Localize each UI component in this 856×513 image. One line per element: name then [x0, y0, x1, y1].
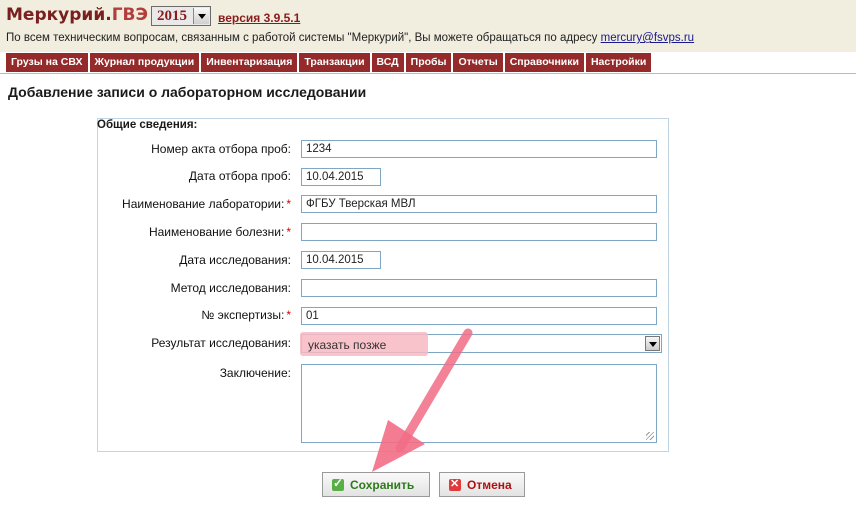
year-value: 2015: [157, 8, 187, 24]
nav-item-settings[interactable]: Настройки: [585, 53, 652, 72]
support-email-link[interactable]: mercury@fsvps.ru: [601, 32, 694, 44]
resize-grip-icon[interactable]: [646, 432, 654, 440]
save-label: Сохранить: [350, 477, 415, 492]
nav-item-vsd[interactable]: ВСД: [371, 53, 404, 72]
result-label: Результат исследования:: [151, 336, 291, 350]
result-select[interactable]: указать позже: [300, 332, 662, 356]
check-icon: [332, 476, 344, 491]
chevron-down-icon[interactable]: [193, 8, 209, 24]
save-button[interactable]: Сохранить: [322, 472, 430, 497]
act-number-input[interactable]: 1234: [301, 140, 657, 158]
lab-name-input[interactable]: ФГБУ Тверская МВЛ: [301, 195, 657, 213]
sample-date-input[interactable]: 10.04.2015: [301, 168, 381, 186]
sample-date-label: Дата отбора проб:: [188, 169, 291, 183]
nav-item-transactions[interactable]: Транзакции: [299, 53, 370, 72]
nav-item-reports[interactable]: Отчеты: [453, 53, 503, 72]
lab-name-label: Наименование лаборатории: *: [122, 197, 291, 211]
support-text: По всем техническим вопросам, связанным …: [6, 32, 695, 44]
year-select[interactable]: 2015: [151, 6, 211, 26]
disease-input[interactable]: [301, 223, 657, 241]
section-label: Общие сведения:: [97, 119, 198, 131]
disease-label: Наименование болезни: *: [148, 225, 291, 239]
method-label: Метод исследования:: [170, 281, 291, 295]
version-link[interactable]: версия 3.9.5.1: [218, 11, 300, 25]
conclusion-textarea[interactable]: [301, 364, 657, 443]
chevron-down-icon[interactable]: [645, 336, 660, 351]
expertise-label: № экспертизы: *: [201, 308, 291, 322]
header-bar: Меркурий.ГВЭ 2015 версия 3.9.5.1 По всем…: [0, 0, 856, 52]
research-date-input[interactable]: 10.04.2015: [301, 251, 381, 269]
main-nav: Грузы на СВХ Журнал продукции Инвентариз…: [6, 53, 652, 73]
nav-item-products-journal[interactable]: Журнал продукции: [89, 53, 200, 72]
nav-divider: [0, 73, 856, 74]
act-number-label: Номер акта отбора проб:: [151, 142, 291, 156]
page-title: Добавление записи о лабораторном исследо…: [8, 84, 367, 100]
conclusion-label: Заключение:: [219, 366, 291, 380]
nav-item-cargo[interactable]: Грузы на СВХ: [6, 53, 88, 72]
nav-item-references[interactable]: Справочники: [504, 53, 584, 72]
app-title: Меркурий.ГВЭ: [6, 5, 148, 25]
expertise-input[interactable]: 01: [301, 307, 657, 325]
x-icon: [449, 477, 461, 491]
nav-item-inventory[interactable]: Инвентаризация: [201, 53, 298, 72]
result-value: указать позже: [308, 338, 387, 352]
cancel-button[interactable]: Отмена: [439, 472, 525, 497]
cancel-label: Отмена: [467, 477, 512, 492]
method-input[interactable]: [301, 279, 657, 297]
nav-item-samples[interactable]: Пробы: [405, 53, 452, 72]
research-date-label: Дата исследования:: [179, 253, 291, 267]
